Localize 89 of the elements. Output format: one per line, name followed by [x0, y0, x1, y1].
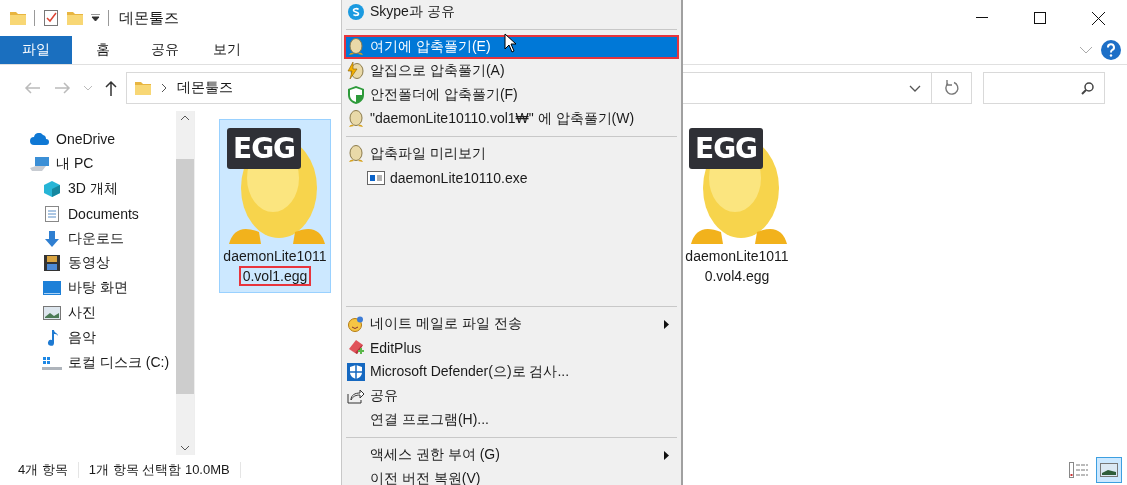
- menu-item[interactable]: 안전폴더에 압축풀기(F): [344, 83, 679, 107]
- menu-item[interactable]: daemonLite10110.exe: [344, 166, 679, 190]
- large-icons-view-button[interactable]: [1096, 457, 1122, 483]
- shield-icon: [347, 363, 365, 381]
- chevron-down-icon[interactable]: [909, 84, 921, 92]
- folder-icon: [135, 81, 151, 95]
- file-name: 0.vol1.egg: [238, 266, 312, 286]
- mouse-pointer-icon: [504, 33, 518, 53]
- menu-item[interactable]: 압축파일 미리보기: [344, 142, 679, 166]
- menu-item[interactable]: 이전 버전 복원(V): [344, 467, 679, 485]
- folder-icon: [10, 11, 26, 25]
- egg-icon: [348, 38, 364, 56]
- dropdown-caret-icon[interactable]: [91, 14, 100, 22]
- menu-item[interactable]: 알집으로 압축풀기(A): [344, 59, 679, 83]
- nav-item[interactable]: 다운로드: [0, 226, 176, 251]
- share-icon: [347, 388, 365, 404]
- cube-icon: [44, 181, 60, 197]
- film-icon: [44, 255, 60, 272]
- egg-icon: [348, 110, 364, 128]
- menu-item[interactable]: Microsoft Defender(으)로 검사...: [344, 360, 679, 384]
- nav-item[interactable]: 사진: [0, 300, 176, 326]
- scrollbar[interactable]: [176, 111, 195, 455]
- file-item[interactable]: EGG daemonLite1011 0.vol4.egg: [681, 119, 793, 293]
- help-icon[interactable]: [1101, 40, 1121, 60]
- computer-icon: [30, 156, 50, 173]
- landscape-icon: [1100, 463, 1118, 477]
- document-icon: [45, 205, 59, 222]
- forward-arrow-icon[interactable]: [55, 82, 71, 94]
- submenu-arrow-icon: [664, 319, 669, 329]
- circle-s-icon: [348, 4, 364, 20]
- lightning-egg-icon: [347, 62, 365, 80]
- menu-item[interactable]: 액세스 권한 부여 (G): [344, 443, 679, 467]
- ribbon-tab[interactable]: 공유: [134, 36, 196, 64]
- close-icon: [1091, 11, 1105, 25]
- nav-item[interactable]: 로컬 디스크 (C:): [0, 350, 176, 375]
- menu-item[interactable]: Skype과 공유: [344, 0, 679, 24]
- file-item[interactable]: EGG daemonLite1011 0.vol1.egg: [219, 119, 331, 293]
- menu-item[interactable]: 공유: [344, 384, 679, 408]
- desktop-icon: [43, 281, 61, 296]
- file-type-label: EGG: [227, 128, 302, 169]
- eraser-icon: [347, 339, 365, 357]
- minimize-icon: [976, 17, 988, 19]
- search-icon: [1081, 81, 1094, 95]
- checklist-icon[interactable]: [43, 10, 59, 26]
- menu-item[interactable]: 연결 프로그램(H)...: [344, 408, 679, 432]
- scroll-up-icon[interactable]: [180, 115, 190, 121]
- menu-item[interactable]: "daemonLite10110.vol1₩" 에 압축풀기(W): [344, 107, 679, 131]
- music-note-icon: [46, 329, 58, 346]
- shield-icon: [347, 86, 365, 104]
- egg-icon: [348, 145, 364, 163]
- down-arrow-icon: [44, 230, 60, 247]
- folder-icon: [67, 11, 83, 25]
- maximize-icon: [1034, 12, 1046, 24]
- window-app-icon: [367, 171, 385, 185]
- nav-item[interactable]: Documents: [0, 201, 176, 227]
- refresh-icon: [943, 80, 960, 96]
- menu-item[interactable]: EditPlus: [344, 336, 679, 360]
- breadcrumb-item[interactable]: 데몬툴즈: [177, 79, 233, 97]
- nav-item[interactable]: OneDrive: [0, 127, 176, 152]
- nav-item[interactable]: 바탕 화면: [0, 275, 176, 301]
- drive-icon: [42, 354, 62, 371]
- search-field[interactable]: [983, 72, 1105, 104]
- menu-item[interactable]: 네이트 메일로 파일 전송: [344, 312, 679, 336]
- file-type-label: EGG: [689, 128, 764, 169]
- item-count: 4개 항목: [18, 461, 68, 479]
- scroll-down-icon[interactable]: [180, 445, 190, 451]
- ribbon-tab[interactable]: 홈: [72, 36, 134, 64]
- ribbon-tab[interactable]: 파일: [0, 36, 72, 64]
- image-icon: [43, 305, 61, 320]
- scroll-thumb[interactable]: [176, 159, 194, 394]
- submenu-arrow-icon: [664, 450, 669, 460]
- file-name: daemonLite1011: [685, 247, 789, 266]
- nav-item[interactable]: 3D 개체: [0, 176, 176, 202]
- menu-item[interactable]: 여기에 압축풀기(E): [344, 35, 679, 59]
- nav-item[interactable]: 내 PC: [0, 151, 176, 177]
- selection-info: 1개 항목 선택함 10.0MB: [88, 461, 230, 479]
- nav-item[interactable]: 음악: [0, 325, 176, 351]
- refresh-button[interactable]: [932, 72, 972, 104]
- window-title: 데몬툴즈: [119, 8, 179, 28]
- cloud-icon: [30, 133, 50, 146]
- file-name: daemonLite1011: [223, 247, 327, 266]
- back-arrow-icon[interactable]: [24, 82, 40, 94]
- details-list-icon: [1069, 462, 1089, 478]
- up-arrow-icon[interactable]: [105, 80, 117, 96]
- nav-item[interactable]: 동영상: [0, 251, 176, 276]
- chevron-right-icon: [161, 83, 167, 93]
- smiley-icon: [347, 316, 365, 332]
- ribbon-tab[interactable]: 보기: [196, 36, 258, 64]
- file-name: 0.vol4.egg: [704, 267, 770, 286]
